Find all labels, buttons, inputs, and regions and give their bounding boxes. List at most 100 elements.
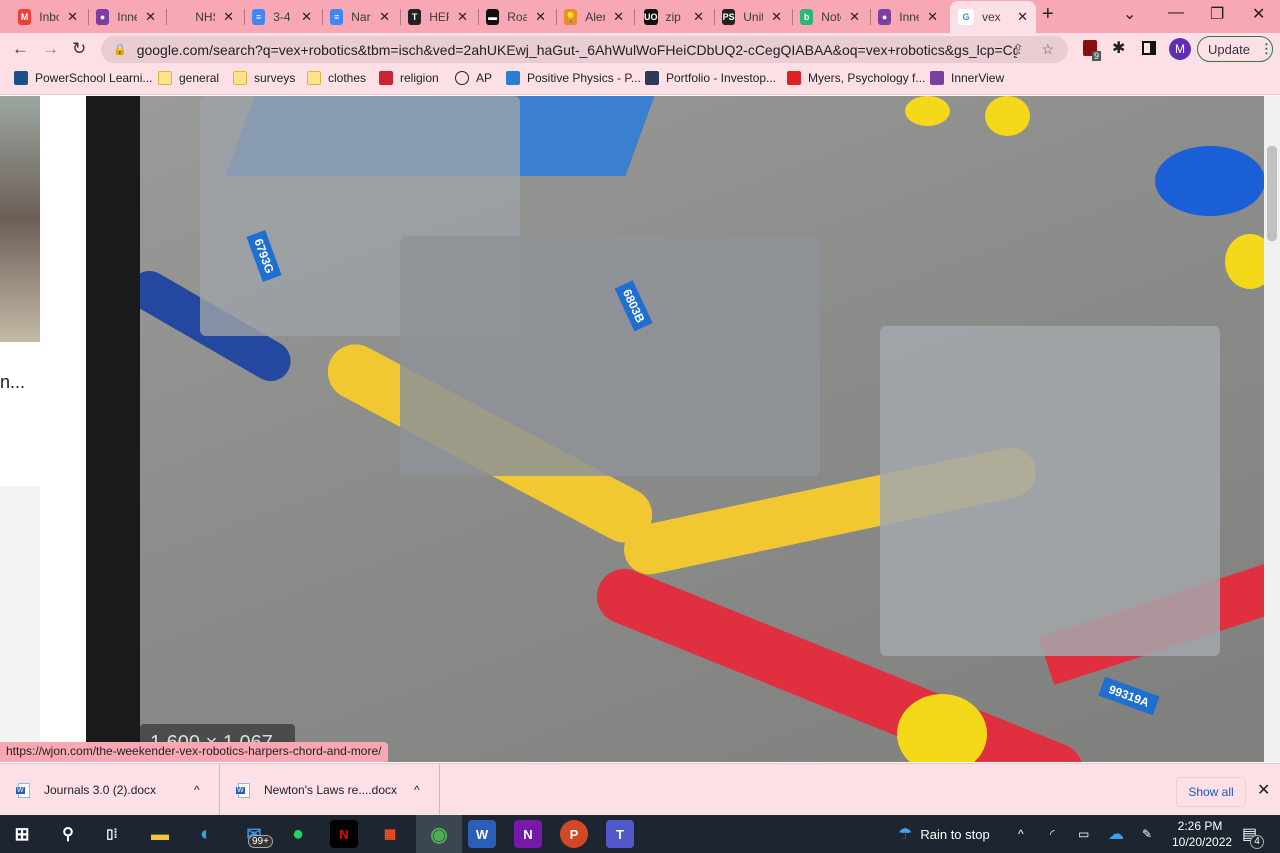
bookmark-powerschool-learni[interactable]: PowerSchool Learni...: [14, 71, 152, 85]
show-hidden-icons-chevron-icon[interactable]: ^: [1018, 815, 1024, 853]
restore-icon[interactable]: ❐: [1210, 4, 1224, 24]
close-tab-icon[interactable]: ✕: [771, 9, 782, 25]
clock[interactable]: 2:26 PM 10/20/2022: [1172, 818, 1232, 850]
close-tab-icon[interactable]: ✕: [849, 9, 860, 25]
close-window-icon[interactable]: ✕: [1252, 4, 1265, 24]
onenote-icon[interactable]: N: [514, 820, 542, 848]
netflix-icon[interactable]: N: [330, 820, 358, 848]
wifi-icon[interactable]: ◜: [1050, 815, 1055, 853]
bookmark-innerview[interactable]: InnerView: [930, 71, 1004, 85]
bookmark-surveys[interactable]: surveys: [233, 71, 295, 85]
left-thumbnail[interactable]: [0, 96, 40, 342]
tab-innerview[interactable]: ● InnerView ✕: [870, 4, 946, 30]
lightbulb-icon: 💡: [564, 9, 578, 25]
new-tab-icon[interactable]: +: [1042, 3, 1054, 26]
left-result-caption[interactable]: n...: [0, 372, 25, 393]
teams-icon[interactable]: T: [606, 820, 634, 848]
edge-icon[interactable]: ◐: [192, 820, 220, 848]
bookmark-positive-physics-p[interactable]: Positive Physics - P...: [506, 71, 641, 85]
tab-3-4[interactable]: ≡ 3-4 ✕: [244, 4, 320, 30]
update-button[interactable]: Update ⋮: [1197, 36, 1273, 62]
tab-label: Road: [507, 10, 528, 24]
microsoft-store-icon[interactable]: ▦: [376, 820, 404, 848]
ps-icon: PS: [722, 9, 736, 25]
tab-her[interactable]: T HER ✕: [400, 4, 476, 30]
bookmark-portfolio-investop[interactable]: Portfolio - Investop...: [645, 71, 776, 85]
extensions-puzzle-icon[interactable]: ✱: [1112, 38, 1125, 58]
scrollbar-thumb[interactable]: [1267, 146, 1277, 241]
tab-road[interactable]: ▬ Road ✕: [478, 4, 554, 30]
search-icon[interactable]: ⚲: [54, 820, 82, 848]
bookmark-myers-psychology-f[interactable]: Myers, Psychology f...: [787, 71, 925, 85]
tab-inbox[interactable]: M Inbox ✕: [10, 4, 86, 30]
close-tab-icon[interactable]: ✕: [379, 9, 390, 25]
tab-label: InnerView: [117, 10, 137, 24]
show-all-button[interactable]: Show all: [1176, 777, 1246, 807]
reload-icon[interactable]: ↻: [72, 39, 86, 59]
tab-innerview[interactable]: ● InnerView ✕: [88, 4, 164, 30]
side-panel-icon[interactable]: [1142, 41, 1156, 55]
word-icon[interactable]: W: [468, 820, 496, 848]
umbrella-icon: ☂: [898, 826, 913, 843]
tab-nhs[interactable]: NHS ✕: [166, 4, 242, 30]
forward-icon[interactable]: →: [42, 39, 59, 59]
menu-kebab-icon[interactable]: ⋮: [1260, 41, 1273, 57]
bookmark-label: Myers, Psychology f...: [808, 71, 926, 85]
back-icon[interactable]: ←: [12, 39, 29, 59]
file-explorer-icon[interactable]: ▬: [146, 820, 174, 848]
weather-widget[interactable]: ☂ Rain to stop: [898, 815, 990, 853]
onedrive-icon[interactable]: ☁: [1108, 815, 1124, 853]
tab-vex[interactable]: Gvex ✕: [950, 1, 1036, 33]
tab-unit[interactable]: PS Unit ✕: [714, 4, 790, 30]
download-item[interactable]: Journals 3.0 (2).docx ^: [0, 764, 220, 816]
close-tab-icon[interactable]: ✕: [693, 9, 704, 25]
tab-alert[interactable]: 💡 Alert ✕: [556, 4, 632, 30]
chevron-up-icon[interactable]: ^: [194, 783, 200, 797]
powerpoint-icon[interactable]: P: [560, 820, 588, 848]
close-tab-icon[interactable]: ✕: [67, 9, 78, 25]
download-item[interactable]: Newton's Laws re....docx ^: [220, 764, 440, 816]
close-tab-icon[interactable]: ✕: [301, 9, 312, 25]
tab-label: Unit: [743, 10, 764, 24]
windows-start-icon[interactable]: ⊞: [8, 820, 36, 848]
minimize-icon[interactable]: —: [1168, 4, 1184, 22]
close-tab-icon[interactable]: ✕: [457, 9, 468, 25]
tab-search-chevron-icon[interactable]: ⌄: [1123, 4, 1136, 24]
b-icon: b: [800, 9, 814, 25]
uo-icon: UO: [644, 9, 658, 25]
close-tab-icon[interactable]: ✕: [1017, 9, 1028, 25]
chevron-up-icon[interactable]: ^: [414, 783, 420, 797]
close-tab-icon[interactable]: ✕: [145, 9, 156, 25]
tab-notes[interactable]: b Notes ✕: [792, 4, 868, 30]
innerview-icon: [930, 71, 944, 85]
close-icon[interactable]: ✕: [1257, 780, 1270, 800]
close-tab-icon[interactable]: ✕: [613, 9, 624, 25]
close-tab-icon[interactable]: ✕: [927, 9, 938, 25]
tab-label: Inbox: [39, 10, 59, 24]
battery-icon[interactable]: ▭: [1078, 815, 1089, 853]
bookmark-clothes[interactable]: clothes: [307, 71, 366, 85]
notification-count: 4: [1250, 835, 1264, 849]
pen-icon[interactable]: ✎: [1142, 815, 1152, 853]
tab-zip[interactable]: UO zip ✕: [636, 4, 712, 30]
profile-avatar[interactable]: M: [1169, 38, 1191, 60]
bookmark-star-icon[interactable]: ☆: [1041, 41, 1054, 58]
close-tab-icon[interactable]: ✕: [535, 9, 546, 25]
chrome-icon[interactable]: ◉: [416, 815, 462, 853]
update-label: Update: [1208, 41, 1250, 57]
extension-badge: 9: [1092, 51, 1102, 61]
preview-image-vex-robots[interactable]: 6793G 6803B 99319A 1,600 × 1,067: [140, 96, 1264, 762]
robot-label: 99319A: [1098, 676, 1160, 716]
share-icon[interactable]: ⇪: [1012, 41, 1024, 58]
scrollbar[interactable]: [1264, 96, 1280, 762]
tab-separator: [634, 9, 635, 25]
tab-nar[interactable]: ≡ Nar ✕: [322, 4, 398, 30]
address-bar[interactable]: 🔒 google.com/search?q=vex+robotics&tbm=i…: [101, 36, 1068, 63]
spotify-icon[interactable]: ●: [284, 820, 312, 848]
bookmark-ap[interactable]: AP: [455, 71, 492, 85]
close-tab-icon[interactable]: ✕: [223, 9, 234, 25]
bookmark-religion[interactable]: religion: [379, 71, 439, 85]
task-view-icon[interactable]: ▯⁞: [98, 820, 126, 848]
google-docs-icon: ≡: [252, 9, 266, 25]
bookmark-general[interactable]: general: [158, 71, 219, 85]
